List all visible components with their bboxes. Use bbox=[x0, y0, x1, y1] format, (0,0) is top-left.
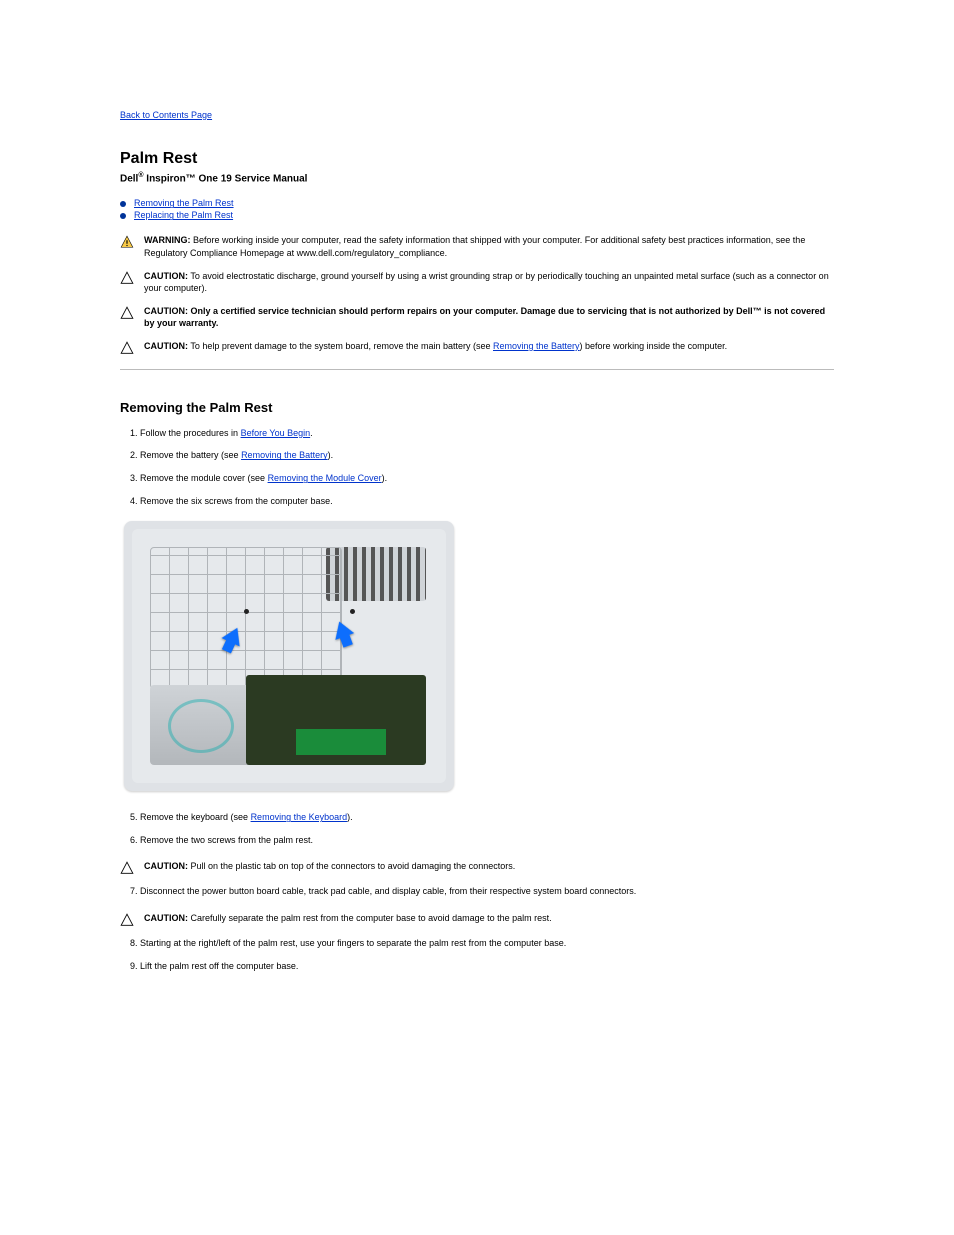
step-text: ). bbox=[328, 450, 334, 460]
step-text: Follow the procedures in bbox=[140, 428, 241, 438]
step-1: Follow the procedures in Before You Begi… bbox=[140, 427, 834, 440]
step-text: . bbox=[310, 428, 313, 438]
caution-label: CAUTION: bbox=[144, 271, 188, 281]
caution-text-1: To avoid electrostatic discharge, ground… bbox=[144, 271, 829, 294]
page-title: Palm Rest bbox=[120, 150, 834, 168]
step-text: Remove the battery (see bbox=[140, 450, 241, 460]
caution-icon bbox=[120, 271, 134, 285]
caution-note-2: CAUTION: Only a certified service techni… bbox=[120, 305, 834, 330]
caution-label: CAUTION: bbox=[144, 913, 188, 923]
figure-grid bbox=[150, 547, 342, 689]
step-7: Disconnect the power button board cable,… bbox=[140, 885, 834, 898]
removing-keyboard-link[interactable]: Removing the Keyboard bbox=[251, 812, 348, 822]
steps-list-4: Starting at the right/left of the palm r… bbox=[120, 937, 834, 972]
caution-label: CAUTION: bbox=[144, 861, 188, 871]
caution-note-5: CAUTION: Carefully separate the palm res… bbox=[120, 912, 834, 927]
figure-board-area bbox=[246, 675, 426, 765]
toc-list: Removing the Palm Rest Replacing the Pal… bbox=[120, 198, 834, 220]
page: Back to Contents Page Palm Rest Dell® In… bbox=[0, 0, 954, 1235]
caution-text-3b: ) before working inside the computer. bbox=[580, 341, 728, 351]
removing-module-cover-link[interactable]: Removing the Module Cover bbox=[268, 473, 382, 483]
figure-dimm bbox=[296, 729, 386, 755]
brand-name: Dell bbox=[120, 173, 138, 184]
toc-remove-link[interactable]: Removing the Palm Rest bbox=[134, 198, 234, 208]
step-5: Remove the keyboard (see Removing the Ke… bbox=[140, 811, 834, 824]
caution-label: CAUTION: bbox=[144, 341, 188, 351]
remove-battery-link[interactable]: Removing the Battery bbox=[493, 341, 580, 351]
back-to-contents-link[interactable]: Back to Contents Page bbox=[120, 110, 212, 120]
warning-label: WARNING: bbox=[144, 235, 191, 245]
caution-label: CAUTION: bbox=[144, 306, 188, 316]
step-text: Remove the module cover (see bbox=[140, 473, 268, 483]
step-4: Remove the six screws from the computer … bbox=[140, 495, 834, 508]
step-6: Remove the two screws from the palm rest… bbox=[140, 834, 834, 847]
document-subtitle: Dell® Inspiron™ One 19 Service Manual bbox=[120, 172, 834, 184]
warning-icon bbox=[120, 235, 134, 249]
step-9: Lift the palm rest off the computer base… bbox=[140, 960, 834, 973]
figure-body bbox=[132, 529, 446, 783]
step-text: ). bbox=[382, 473, 388, 483]
caution-text-3a: To help prevent damage to the system boa… bbox=[188, 341, 493, 351]
caution-text-4: Pull on the plastic tab on top of the co… bbox=[188, 861, 515, 871]
product-name: Inspiron™ One 19 Service Manual bbox=[144, 173, 308, 184]
step-3: Remove the module cover (see Removing th… bbox=[140, 472, 834, 485]
caution-note-3: CAUTION: To help prevent damage to the s… bbox=[120, 340, 834, 355]
caution-text-5: Carefully separate the palm rest from th… bbox=[188, 913, 552, 923]
step-2: Remove the battery (see Removing the Bat… bbox=[140, 449, 834, 462]
figure-screw-dot bbox=[350, 609, 355, 614]
caution-icon bbox=[120, 913, 134, 927]
steps-list-2: Remove the keyboard (see Removing the Ke… bbox=[120, 811, 834, 846]
steps-list-3: Disconnect the power button board cable,… bbox=[120, 885, 834, 898]
warning-note: WARNING: Before working inside your comp… bbox=[120, 234, 834, 259]
toc-replace-link[interactable]: Replacing the Palm Rest bbox=[134, 210, 233, 220]
removing-battery-link[interactable]: Removing the Battery bbox=[241, 450, 328, 460]
caution-note-4: CAUTION: Pull on the plastic tab on top … bbox=[120, 860, 834, 875]
steps-list-1: Follow the procedures in Before You Begi… bbox=[120, 427, 834, 507]
caution-text-2a: Only a certified service technician shou… bbox=[188, 306, 762, 316]
step-text: ). bbox=[347, 812, 353, 822]
warning-text: Before working inside your computer, rea… bbox=[144, 235, 805, 258]
section-heading-remove: Removing the Palm Rest bbox=[120, 400, 834, 415]
before-you-begin-link[interactable]: Before You Begin bbox=[241, 428, 311, 438]
caution-icon bbox=[120, 861, 134, 875]
caution-icon bbox=[120, 341, 134, 355]
divider bbox=[120, 369, 834, 370]
caution-icon bbox=[120, 306, 134, 320]
step-8: Starting at the right/left of the palm r… bbox=[140, 937, 834, 950]
figure-computer-base bbox=[124, 521, 454, 791]
step-text: Remove the keyboard (see bbox=[140, 812, 251, 822]
caution-note-1: CAUTION: To avoid electrostatic discharg… bbox=[120, 270, 834, 295]
